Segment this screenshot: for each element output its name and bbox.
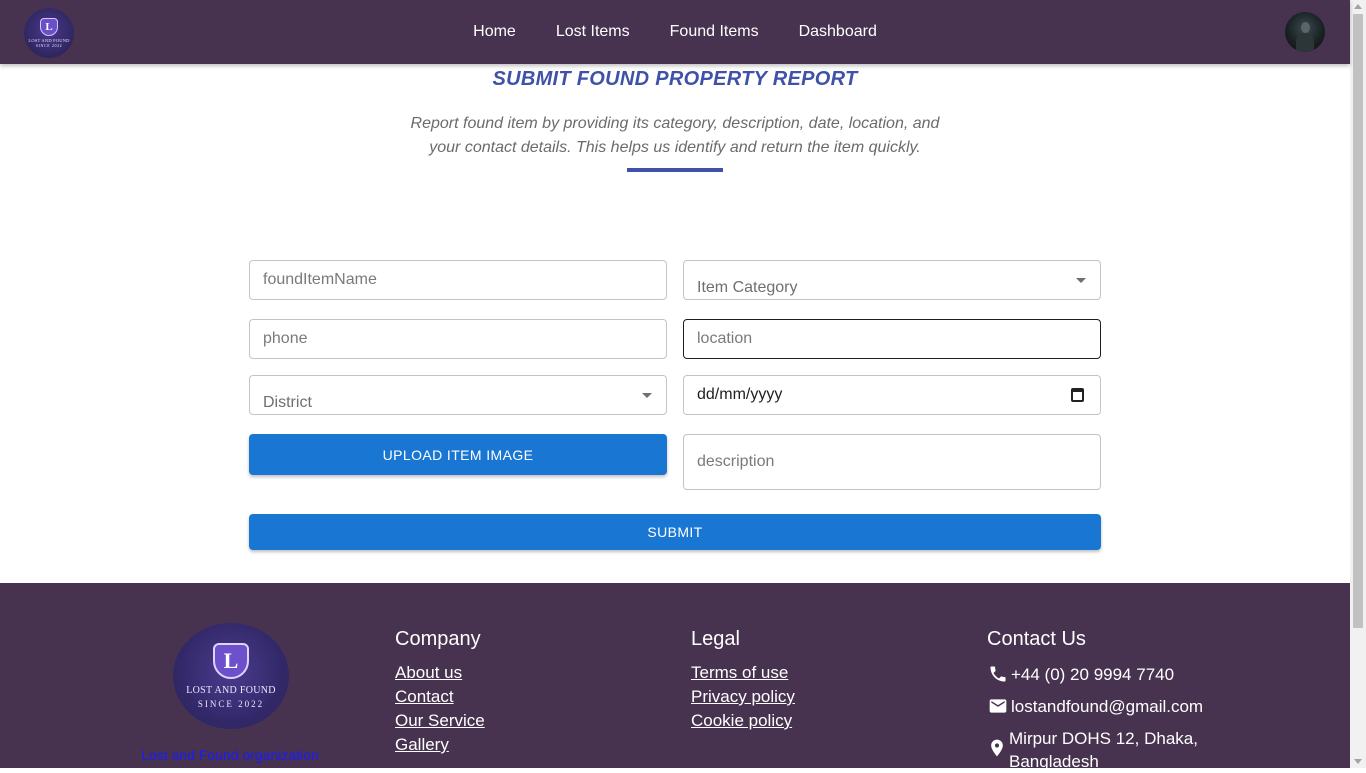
company-heading: Company bbox=[395, 628, 481, 650]
legal-heading: Legal bbox=[691, 628, 740, 650]
contact-address-text: Mirpur DOHS 12, Dhaka, Bangladesh bbox=[1009, 729, 1198, 771]
page-title: SUBMIT FOUND PROPERTY REPORT bbox=[492, 68, 858, 90]
date-field[interactable]: dd/mm/yyyy bbox=[683, 375, 1101, 415]
location-field[interactable] bbox=[683, 319, 1101, 359]
footer-link-about-us[interactable]: About us bbox=[395, 663, 485, 683]
footer-link-contact[interactable]: Contact bbox=[395, 687, 485, 707]
contact-phone-row: +44 (0) 20 9994 7740 bbox=[987, 663, 1174, 686]
footer-logo-since-text: SINCE 2022 bbox=[197, 699, 265, 709]
nav-link-home[interactable]: Home bbox=[453, 23, 536, 41]
contact-email-row: lostandfound@gmail.com bbox=[987, 695, 1203, 718]
company-links: About us Contact Our Service Gallery bbox=[395, 663, 485, 755]
footer-logo-text: LOST AND FOUND bbox=[186, 685, 276, 696]
calendar-icon[interactable] bbox=[1071, 388, 1084, 402]
org-link[interactable]: Lost and Found organization bbox=[130, 747, 330, 763]
title-underline-divider bbox=[627, 168, 723, 172]
footer: L LOST AND FOUND SINCE 2022 Lost and Fou… bbox=[0, 583, 1350, 771]
footer-link-cookie[interactable]: Cookie policy bbox=[691, 711, 795, 731]
scroll-down-arrow-icon[interactable] bbox=[1354, 759, 1362, 764]
description-input[interactable] bbox=[684, 435, 1100, 489]
chevron-down-icon bbox=[642, 393, 652, 398]
page-subtitle: Report found item by providing its categ… bbox=[410, 115, 940, 156]
footer-logo-crest-icon: L bbox=[213, 643, 249, 679]
nav-link-found-items[interactable]: Found Items bbox=[650, 23, 779, 41]
found-item-name-input[interactable] bbox=[250, 261, 666, 299]
chevron-down-icon bbox=[1076, 278, 1086, 283]
page-scrollbar[interactable] bbox=[1350, 0, 1366, 768]
footer-link-gallery[interactable]: Gallery bbox=[395, 735, 485, 755]
contact-email-text: lostandfound@gmail.com bbox=[1011, 697, 1204, 716]
footer-link-terms[interactable]: Terms of use bbox=[691, 663, 795, 683]
contact-heading: Contact Us bbox=[987, 628, 1086, 650]
contact-phone-text: +44 (0) 20 9994 7740 bbox=[1011, 665, 1175, 684]
phone-field[interactable] bbox=[249, 319, 667, 359]
item-category-label: Item Category bbox=[697, 279, 798, 296]
location-pin-icon bbox=[987, 737, 1007, 759]
top-navbar: L LOST AND FOUND SINCE 2022 Home Lost It… bbox=[0, 0, 1350, 64]
scroll-up-arrow-icon[interactable] bbox=[1354, 4, 1362, 9]
district-label: District bbox=[263, 394, 312, 411]
upload-item-image-button[interactable]: UPLOAD ITEM IMAGE bbox=[249, 434, 667, 475]
district-select[interactable]: District bbox=[249, 375, 667, 415]
description-field[interactable] bbox=[683, 434, 1101, 490]
nav-links: Home Lost Items Found Items Dashboard bbox=[0, 0, 1350, 64]
footer-logo: L LOST AND FOUND SINCE 2022 bbox=[173, 623, 289, 729]
user-avatar[interactable] bbox=[1285, 12, 1325, 52]
footer-link-our-service[interactable]: Our Service bbox=[395, 711, 485, 731]
scroll-thumb[interactable] bbox=[1353, 14, 1363, 628]
phone-input[interactable] bbox=[250, 320, 666, 358]
phone-icon bbox=[987, 663, 1009, 685]
submit-button[interactable]: SUBMIT bbox=[249, 514, 1101, 550]
footer-link-privacy[interactable]: Privacy policy bbox=[691, 687, 795, 707]
nav-link-dashboard[interactable]: Dashboard bbox=[779, 23, 897, 41]
location-input[interactable] bbox=[684, 320, 1100, 358]
nav-link-lost-items[interactable]: Lost Items bbox=[536, 23, 650, 41]
avatar-body-shape bbox=[1296, 33, 1314, 52]
avatar-head-shape bbox=[1301, 22, 1310, 33]
item-category-select[interactable]: Item Category bbox=[683, 260, 1101, 300]
date-value: dd/mm/yyyy bbox=[697, 386, 783, 403]
found-item-name-field[interactable] bbox=[249, 260, 667, 300]
legal-links: Terms of use Privacy policy Cookie polic… bbox=[691, 663, 795, 731]
contact-address-row: Mirpur DOHS 12, Dhaka, Bangladesh bbox=[987, 727, 1217, 773]
email-icon bbox=[987, 695, 1009, 717]
